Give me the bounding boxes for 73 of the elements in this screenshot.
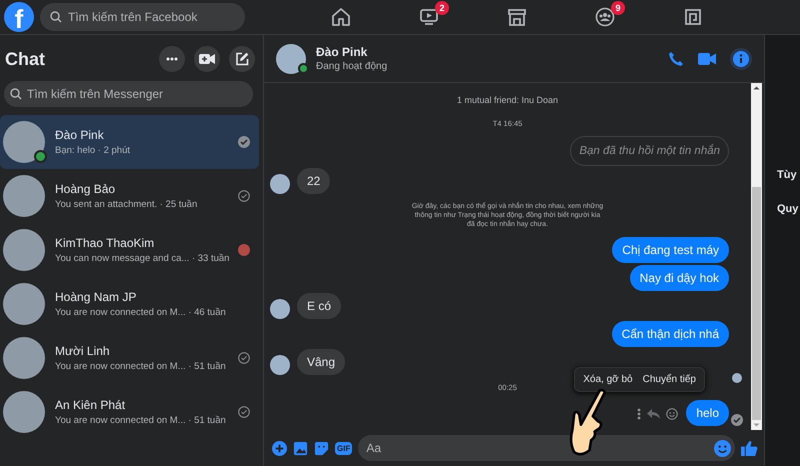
contact-name: Đào Pink — [316, 45, 368, 59]
system-notice: 1 mutual friend: Inu Doan — [456, 94, 560, 107]
contact-avatar — [3, 283, 45, 325]
video-screen-icon[interactable] — [419, 7, 439, 27]
shop-icon[interactable] — [507, 7, 527, 27]
more-vertical-icon[interactable] — [637, 408, 642, 420]
unsent-message-notice: Bạn đã thu hồi một tin nhắn — [570, 136, 729, 166]
plus-icon[interactable] — [272, 440, 287, 456]
compose-icon — [235, 52, 249, 66]
search-icon — [50, 11, 62, 23]
message-preview: You sent an attachment. · 25 tuần — [55, 199, 198, 210]
contact-name: Đào Pink — [55, 128, 105, 142]
scrollbar[interactable] — [751, 83, 762, 430]
phone-icon[interactable] — [668, 50, 684, 66]
conversation-item[interactable]: Mười Linh You are now connected on M... · 51 tuần — [0, 331, 259, 385]
message-preview: You are now connected on M... · 51 tuần — [55, 415, 227, 426]
contact-name: Mười Linh — [55, 344, 111, 358]
video-room-button[interactable] — [194, 46, 220, 72]
menu-item[interactable]: Chuyển tiếp — [642, 374, 696, 385]
panel-item[interactable]: Quy — [777, 203, 800, 215]
video-camera-icon[interactable] — [698, 52, 716, 66]
contact-avatar — [3, 229, 45, 271]
contact-name: An Kiên Phát — [55, 398, 126, 412]
messenger-search-field[interactable]: Tìm kiếm trên Messenger — [4, 81, 253, 107]
panel-item[interactable]: Tùy — [777, 169, 800, 181]
message-preview: Bạn: helo · 2 phút — [55, 145, 131, 156]
reply-icon[interactable] — [647, 408, 660, 419]
outgoing-message: Nay đi dậy hok — [630, 264, 729, 291]
contact-name: Hoàng Nam JP — [55, 290, 138, 304]
menu-item[interactable]: Xóa, gỡ bỏ — [583, 374, 633, 385]
contact-avatar — [3, 337, 45, 379]
emoji-icon[interactable] — [714, 440, 731, 456]
contact-avatar — [270, 354, 290, 375]
conversation-item[interactable]: Hoàng Bảo You sent an attachment. · 25 tuần — [0, 169, 259, 223]
incoming-message: Vâng — [297, 348, 346, 375]
people-group-icon[interactable] — [595, 7, 615, 27]
conversation-item[interactable]: Đào Pink Bạn: helo · 2 phút — [0, 115, 259, 169]
contact-name: KimThao ThaoKim — [55, 236, 156, 250]
active-status: Đang hoạt động — [316, 61, 388, 72]
contact-avatar — [270, 298, 290, 319]
message-preview: You are now connected on M... · 46 tuần — [55, 307, 227, 318]
conversation-item[interactable]: Hoàng Nam JP You are now connected on M... · 46 tuần — [0, 277, 259, 331]
message-preview: You are now connected on M... · 51 tuần — [55, 361, 227, 372]
outgoing-message: Cẩn thận dịch nhá — [612, 320, 729, 347]
outgoing-message: helo — [686, 400, 729, 426]
more-icon — [166, 57, 178, 61]
info-icon[interactable] — [730, 48, 752, 70]
gaming-icon[interactable] — [683, 7, 703, 27]
notification-badge: 2 — [435, 1, 449, 15]
message-preview: You can now message and ca... · 33 tuần — [55, 253, 230, 264]
incoming-message: 22 — [297, 168, 330, 194]
smiley-icon[interactable] — [666, 408, 678, 420]
home-icon[interactable] — [331, 7, 351, 27]
video-plus-icon — [199, 53, 215, 65]
contact-avatar — [3, 391, 45, 433]
more-button[interactable] — [159, 46, 185, 72]
incoming-message: E có — [297, 292, 342, 319]
thumbs-up-icon[interactable] — [741, 440, 758, 456]
search-field[interactable]: Tìm kiếm trên Facebook — [40, 3, 245, 31]
gif-button[interactable]: GIF — [335, 442, 352, 454]
notification-badge: 9 — [611, 1, 625, 15]
chat-title: Chat — [5, 48, 46, 70]
image-icon[interactable] — [293, 440, 308, 456]
contact-avatar — [3, 175, 45, 217]
sticker-icon[interactable] — [314, 440, 329, 456]
compose-button[interactable] — [229, 46, 255, 72]
contact-avatar — [270, 174, 290, 194]
conversation-item[interactable]: KimThao ThaoKim You can now message and ca... · 33 tuần — [0, 223, 259, 277]
conversation-item[interactable]: An Kiên Phát You are now connected on M... · 51 tuần — [0, 385, 259, 439]
outgoing-message: Chị đang test máy — [612, 236, 729, 263]
search-icon — [10, 88, 22, 100]
message-input-field[interactable]: Aa — [358, 435, 735, 461]
contact-name: Hoàng Bảo — [55, 182, 116, 196]
